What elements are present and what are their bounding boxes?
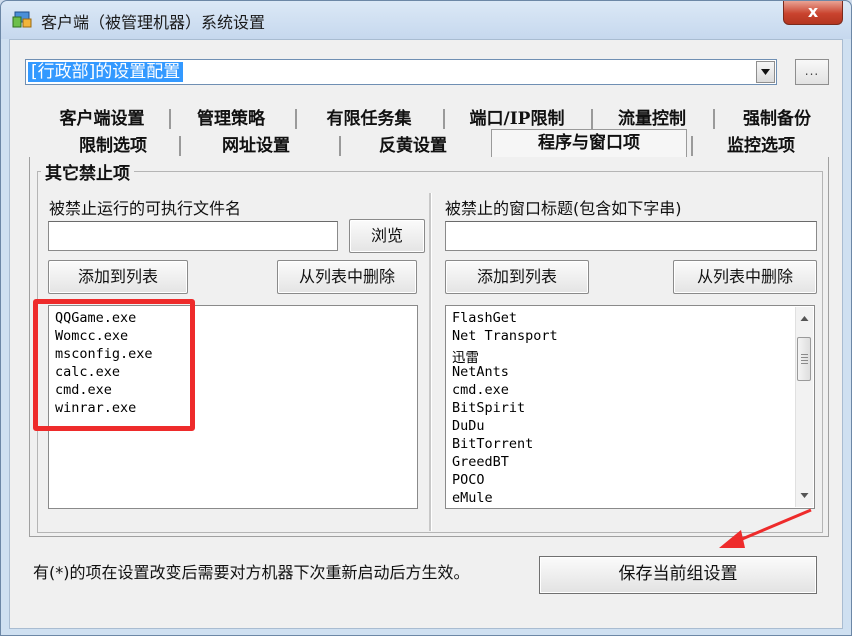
tab-url-settings[interactable]: 网址设置 [191,135,321,157]
title-bar[interactable]: 客户端（被管理机器）系统设置 x [1,1,851,39]
tab-monitor-options[interactable]: 监控选项 [701,135,821,157]
group-config-selected: [行政部]的设置配置 [28,62,184,82]
list-item[interactable]: DuDu [452,418,485,434]
list-item[interactable]: Net Transport [452,328,558,344]
scroll-thumb[interactable] [797,337,811,381]
tab-program-window-items[interactable]: 程序与窗口项 [491,129,687,157]
tab-separator [713,109,715,129]
list-item[interactable]: eMule [452,490,493,506]
list-scrollbar[interactable] [795,307,813,507]
remove-exe-button[interactable]: 从列表中删除 [277,260,417,294]
add-title-button[interactable]: 添加到列表 [445,260,589,294]
dropdown-arrow-button[interactable] [756,61,775,83]
tab-traffic-control[interactable]: 流量控制 [603,108,701,130]
exe-name-input[interactable] [48,221,338,251]
grip-line [801,363,808,364]
save-group-settings-button[interactable]: 保存当前组设置 [539,556,817,594]
scroll-up-icon[interactable] [796,310,813,327]
tab-restriction-options[interactable]: 限制选项 [53,135,173,157]
tab-anti-porn-settings[interactable]: 反黄设置 [351,135,475,157]
tab-separator [691,136,693,156]
grip-line [801,360,808,361]
remove-title-button[interactable]: 从列表中删除 [673,260,817,294]
tab-separator [443,109,445,129]
window-title-list-label: 被禁止的窗口标题(包含如下字串) [445,199,682,218]
grip-line [801,354,808,355]
tab-separator [169,109,171,129]
tab-forced-backup[interactable]: 强制备份 [725,108,829,130]
red-highlight-box [33,299,195,431]
tab-client-settings[interactable]: 客户端设置 [43,108,161,130]
window-title-input[interactable] [445,221,817,251]
red-arrow-annotation [719,508,812,548]
list-item[interactable]: 迅雷 [452,346,479,366]
list-item[interactable]: FlashGet [452,310,517,326]
list-item[interactable]: cmd.exe [452,382,509,398]
settings-window: 客户端（被管理机器）系统设置 x [行政部]的设置配置 ... 客户端设置 管理… [0,0,852,636]
tab-management-policy[interactable]: 管理策略 [179,108,283,130]
tab-separator [339,136,341,156]
close-icon: x [807,2,819,21]
more-options-button[interactable]: ... [795,59,829,85]
window-title: 客户端（被管理机器）系统设置 [41,13,266,32]
app-icon [12,11,32,28]
exe-list-label: 被禁止运行的可执行文件名 [49,199,242,218]
list-item[interactable]: POCO [452,472,485,488]
blocked-title-list[interactable]: FlashGet Net Transport 迅雷 NetAnts cmd.exe Bit… [445,305,815,509]
tab-port-ip-limit[interactable]: 端口/IP限制 [455,108,579,130]
list-item[interactable]: BitTorrent [452,436,533,452]
tab-separator [295,109,297,129]
group-config-dropdown[interactable]: [行政部]的设置配置 [25,59,777,85]
list-item[interactable]: NetAnts [452,364,509,380]
group-title: 其它禁止项 [41,159,134,184]
chevron-down-icon [761,69,770,75]
close-button[interactable]: x [783,1,843,25]
scroll-down-icon[interactable] [796,487,813,504]
tab-limited-tasks[interactable]: 有限任务集 [307,108,431,130]
column-divider [429,193,432,531]
grip-line [801,357,808,358]
tab-separator [591,109,593,129]
browse-button[interactable]: 浏览 [349,219,425,253]
add-exe-button[interactable]: 添加到列表 [48,260,188,294]
list-item[interactable]: BitSpirit [452,400,525,416]
tab-separator [179,136,181,156]
restart-note: 有(*)的项在设置改变后需要对方机器下次重新启动后方生效。 [33,563,470,582]
list-item[interactable]: GreedBT [452,454,509,470]
